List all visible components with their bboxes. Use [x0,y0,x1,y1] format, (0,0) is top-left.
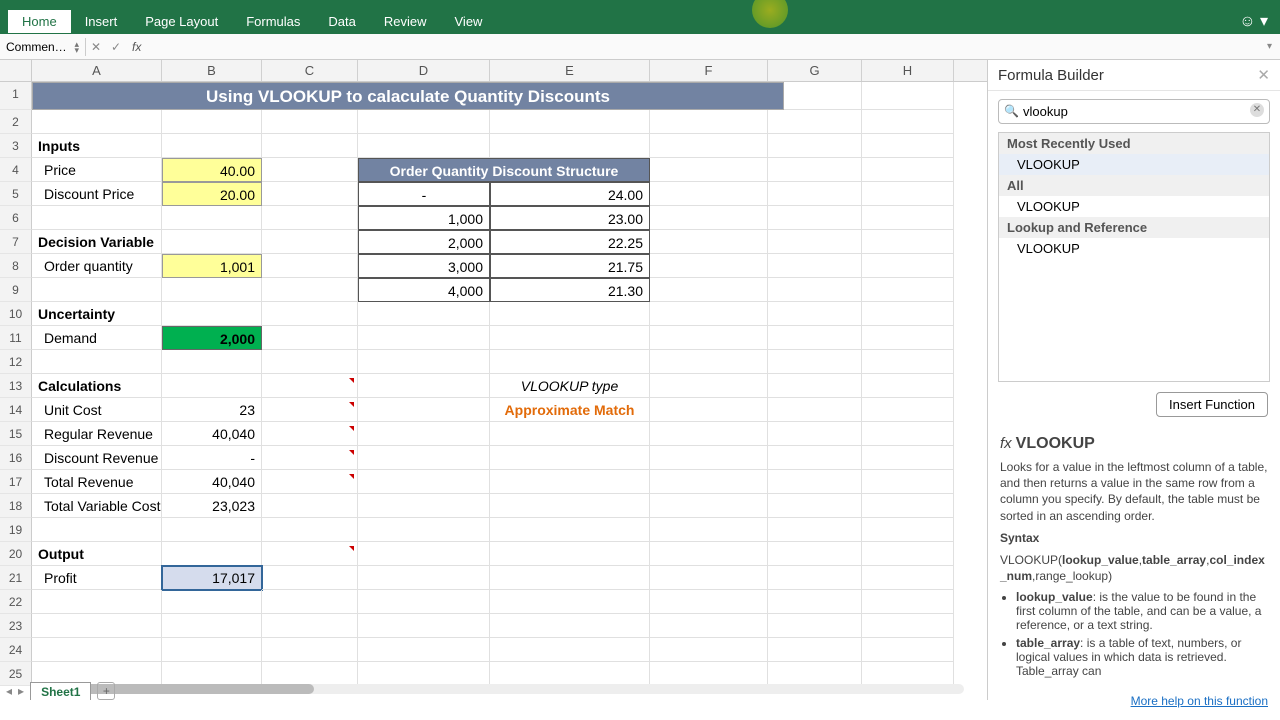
panel-title: Formula Builder [998,67,1104,84]
formula-bar-expand-icon[interactable]: ▾ [1267,41,1280,52]
share-smiley-icon[interactable]: ☺ ▾ [1239,11,1280,31]
clear-search-icon[interactable]: ✕ [1250,103,1264,117]
col-header-e[interactable]: E [490,60,650,81]
spreadsheet-grid[interactable]: Using VLOOKUP to calaculate Quantity Dis… [0,82,987,686]
close-panel-icon[interactable]: ✕ [1257,66,1270,84]
accept-formula-icon[interactable]: ✓ [106,40,126,54]
more-help-link[interactable]: More help on this function [1131,694,1268,708]
add-sheet-button[interactable]: + [97,682,115,700]
col-header-a[interactable]: A [32,60,162,81]
sheet-nav-next-icon[interactable]: ▸ [18,684,24,698]
cell-price: 40.00 [162,158,262,182]
discount-structure-header: Order Quantity Discount Structure [358,158,650,182]
cell-profit-selected: 17,017 [162,566,262,590]
col-header-b[interactable]: B [162,60,262,81]
ribbon-tab-view[interactable]: View [441,10,497,33]
col-header-f[interactable]: F [650,60,768,81]
col-header-d[interactable]: D [358,60,490,81]
col-header-g[interactable]: G [768,60,862,81]
sheet-tab[interactable]: Sheet1 [30,682,91,701]
ribbon-tab-formulas[interactable]: Formulas [232,10,314,33]
search-icon: 🔍 [1004,104,1019,118]
sheet-nav-prev-icon[interactable]: ◂ [6,684,12,698]
col-header-c[interactable]: C [262,60,358,81]
insert-function-button[interactable]: Insert Function [1156,392,1268,417]
col-header-h[interactable]: H [862,60,954,81]
cell-discount-price: 20.00 [162,182,262,206]
ribbon-tab-home[interactable]: Home [8,10,71,33]
function-list[interactable]: Most Recently Used VLOOKUP All VLOOKUP L… [998,132,1270,382]
name-box[interactable]: Commen…▴▾ [0,38,86,56]
cancel-formula-icon[interactable]: ✕ [86,40,106,54]
fx-label: fx [132,40,141,54]
formula-builder-panel: Formula Builder ✕ 🔍 ✕ Most Recently Used… [987,60,1280,700]
formula-bar: Commen…▴▾ ✕ ✓ fx ▾ [0,34,1280,60]
cell-demand: 2,000 [162,326,262,350]
ribbon-tab-page-layout[interactable]: Page Layout [131,10,232,33]
formula-search-input[interactable] [998,99,1270,124]
cell-unit-cost: 23 [162,398,262,422]
ribbon: Home Insert Page Layout Formulas Data Re… [0,8,1280,34]
ribbon-tab-data[interactable]: Data [314,10,369,33]
cell-order-qty: 1,001 [162,254,262,278]
ribbon-tab-review[interactable]: Review [370,10,441,33]
ribbon-tab-insert[interactable]: Insert [71,10,132,33]
horizontal-scrollbar[interactable] [34,684,964,694]
function-item-vlookup[interactable]: VLOOKUP [999,154,1269,175]
sheet-title: Using VLOOKUP to calaculate Quantity Dis… [32,82,784,110]
